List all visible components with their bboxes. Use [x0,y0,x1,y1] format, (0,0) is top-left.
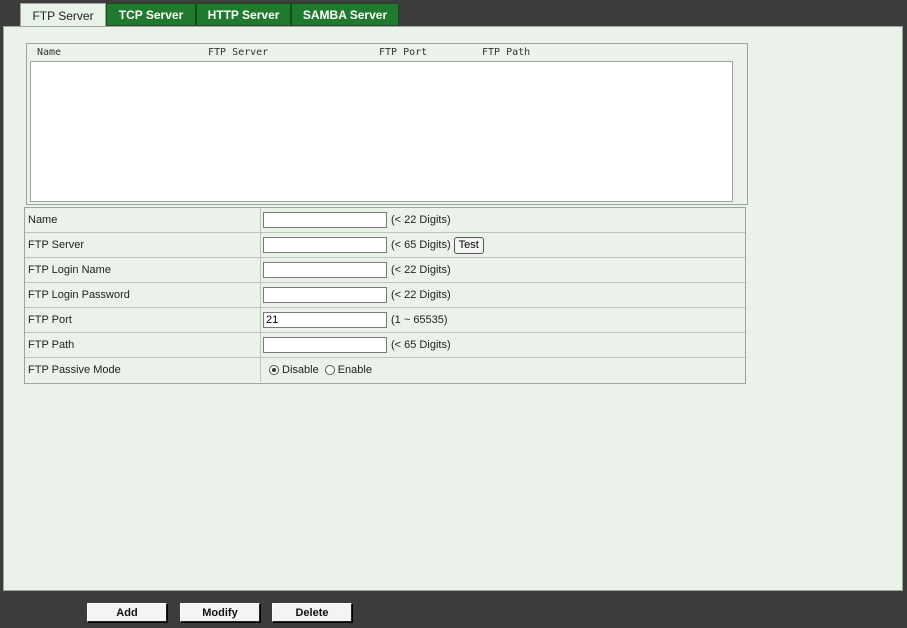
ftp-port-input[interactable] [263,312,387,328]
ftp-server-hint: (< 65 Digits) [391,239,451,251]
login-name-label: FTP Login Name [25,258,261,282]
ftp-server-input[interactable] [263,237,387,253]
tab-bar: FTP Server TCP Server HTTP Server SAMBA … [0,0,907,27]
tab-http-server[interactable]: HTTP Server [196,3,291,25]
form-row-name: Name (< 22 Digits) [25,208,745,233]
tab-ftp-server[interactable]: FTP Server [20,3,106,27]
login-password-label: FTP Login Password [25,283,261,307]
login-password-input[interactable] [263,287,387,303]
add-button[interactable]: Add [87,603,167,622]
ftp-port-label: FTP Port [25,308,261,332]
ftp-port-hint: (1 ~ 65535) [391,314,448,326]
form-row-ftp-server: FTP Server (< 65 Digits) Test [25,233,745,258]
login-name-hint: (< 22 Digits) [391,264,451,276]
login-name-input[interactable] [263,262,387,278]
ftp-settings-form: Name (< 22 Digits) FTP Server (< 65 Digi… [24,207,746,384]
name-input[interactable] [263,212,387,228]
server-list-header: Name FTP Server FTP Port FTP Path [27,44,747,61]
tab-samba-server[interactable]: SAMBA Server [291,3,399,25]
server-list-box: Name FTP Server FTP Port FTP Path [26,43,748,205]
ftp-server-label: FTP Server [25,233,261,257]
column-header-ftp-path: FTP Path [482,47,531,58]
name-hint: (< 22 Digits) [391,214,451,226]
name-label: Name [25,208,261,232]
delete-button[interactable]: Delete [272,603,352,622]
column-header-ftp-port: FTP Port [379,47,428,58]
form-row-login-password: FTP Login Password (< 22 Digits) [25,283,745,308]
login-password-hint: (< 22 Digits) [391,289,451,301]
passive-enable-radio[interactable] [324,365,335,375]
column-header-ftp-server: FTP Server [208,47,269,58]
form-row-login-name: FTP Login Name (< 22 Digits) [25,258,745,283]
modify-button[interactable]: Modify [180,603,260,622]
tab-tcp-server[interactable]: TCP Server [106,3,196,25]
form-row-ftp-port: FTP Port (1 ~ 65535) [25,308,745,333]
form-row-passive-mode: FTP Passive Mode Disable Enable [25,358,745,383]
passive-mode-label: FTP Passive Mode [25,358,261,382]
ftp-path-input[interactable] [263,337,387,353]
server-list[interactable] [30,61,733,202]
form-row-ftp-path: FTP Path (< 65 Digits) [25,333,745,358]
passive-enable-label: Enable [337,364,372,376]
passive-disable-label: Disable [282,364,319,376]
ftp-path-label: FTP Path [25,333,261,357]
column-header-name: Name [37,47,62,58]
ftp-path-hint: (< 65 Digits) [391,339,451,351]
ftp-server-panel: Name FTP Server FTP Port FTP Path Name (… [3,26,903,591]
test-button[interactable]: Test [453,236,484,254]
passive-disable-radio[interactable] [269,365,279,375]
